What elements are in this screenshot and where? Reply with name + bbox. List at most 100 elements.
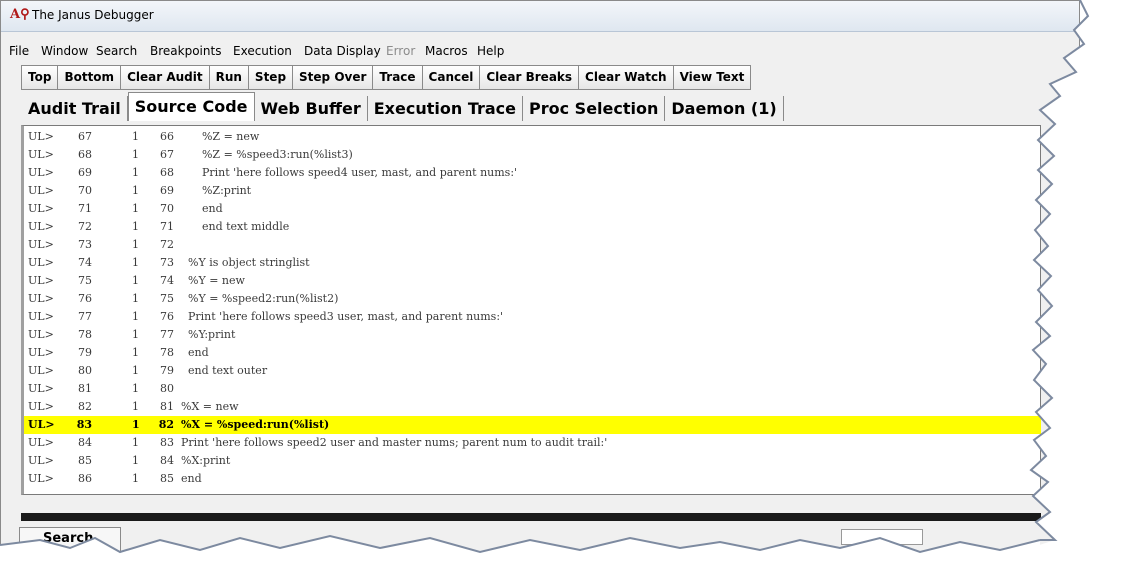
code-level: 1	[132, 454, 139, 467]
code-text: end	[181, 472, 202, 485]
code-text: %Y:print	[181, 328, 236, 341]
code-text: end text middle	[181, 220, 290, 233]
code-line[interactable]: UL> 83 1 82 %X = %speed:run(%list)	[24, 416, 1041, 434]
code-line[interactable]: UL> 84 1 83 Print 'here follows speed2 user …	[24, 434, 1041, 452]
code-line-number: 80	[78, 364, 92, 377]
code-level: 1	[132, 130, 139, 143]
code-prefix: UL>	[28, 418, 55, 431]
code-source-number: 77	[160, 328, 174, 341]
run-button[interactable]: Run	[209, 65, 249, 90]
code-line[interactable]: UL> 77 1 76 Print 'here follows speed3 user…	[24, 308, 1041, 326]
code-line[interactable]: UL> 72 1 71 end text middle	[24, 218, 1041, 236]
code-line-number: 79	[78, 346, 92, 359]
code-prefix: UL>	[28, 238, 54, 251]
code-line[interactable]: UL> 81 1 80	[24, 380, 1041, 398]
source-code-panel[interactable]: UL> 67 1 66 %Z = new UL> 68 1 67 %Z = %speed3:r…	[21, 125, 1041, 495]
step-over-button[interactable]: Step Over	[293, 65, 374, 90]
code-level: 1	[132, 292, 139, 305]
code-text: %Y = %speed2:run(%list2)	[181, 292, 339, 305]
code-prefix: UL>	[28, 382, 54, 395]
code-line[interactable]: UL> 68 1 67 %Z = %speed3:run(%list3)	[24, 146, 1041, 164]
code-source-number: 76	[160, 310, 174, 323]
code-line[interactable]: UL> 82 1 81 %X = new	[24, 398, 1041, 416]
code-text: Print 'here follows speed4 user, mast, a…	[181, 166, 518, 179]
code-line-number: 85	[78, 454, 92, 467]
code-line[interactable]: UL> 73 1 72	[24, 236, 1041, 254]
tab-audit-trail[interactable]: Audit Trail	[22, 96, 128, 121]
clear-watch-button[interactable]: Clear Watch	[579, 65, 674, 90]
code-prefix: UL>	[28, 328, 54, 341]
tab-proc-selection[interactable]: Proc Selection	[523, 96, 666, 121]
code-level: 1	[132, 148, 139, 161]
code-prefix: UL>	[28, 400, 54, 413]
menu-search[interactable]: Search	[96, 44, 137, 58]
code-line[interactable]: UL> 75 1 74 %Y = new	[24, 272, 1041, 290]
code-text: Print 'here follows speed2 user and mast…	[181, 436, 608, 449]
code-line-number: 75	[78, 274, 92, 287]
code-line[interactable]: UL> 74 1 73 %Y is object stringlist	[24, 254, 1041, 272]
code-level: 1	[132, 202, 139, 215]
code-prefix: UL>	[28, 346, 54, 359]
search-tab[interactable]: Search	[19, 527, 121, 551]
code-line[interactable]: UL> 80 1 79 end text outer	[24, 362, 1041, 380]
trace-button[interactable]: Trace	[373, 65, 423, 90]
code-text: end	[181, 346, 209, 359]
code-line-number: 81	[78, 382, 92, 395]
code-level: 1	[132, 184, 139, 197]
code-line[interactable]: UL> 79 1 78 end	[24, 344, 1041, 362]
code-text: %Z:print	[181, 184, 252, 197]
code-line-number: 69	[78, 166, 92, 179]
tab-daemon[interactable]: Daemon (1)	[665, 96, 784, 121]
code-source-number: 70	[160, 202, 174, 215]
tab-web-buffer[interactable]: Web Buffer	[254, 96, 368, 121]
code-text: %Z = new	[181, 130, 260, 143]
code-source-number: 71	[160, 220, 174, 233]
code-line[interactable]: UL> 86 1 85 end	[24, 470, 1041, 488]
code-level: 1	[132, 274, 139, 287]
code-line[interactable]: UL> 85 1 84 %X:print	[24, 452, 1041, 470]
top-button[interactable]: Top	[21, 65, 59, 90]
code-line[interactable]: UL> 67 1 66 %Z = new	[24, 128, 1041, 146]
view-text-button[interactable]: View Text	[673, 65, 752, 90]
code-line[interactable]: UL> 76 1 75 %Y = %speed2:run(%list2)	[24, 290, 1041, 308]
code-line[interactable]: UL> 70 1 69 %Z:print	[24, 182, 1041, 200]
menu-help[interactable]: Help	[477, 44, 504, 58]
title-bar: A⚲ The Janus Debugger	[1, 1, 1079, 32]
menu-macros[interactable]: Macros	[425, 44, 468, 58]
code-line-number: 70	[78, 184, 92, 197]
menu-breakpoints[interactable]: Breakpoints	[150, 44, 221, 58]
bottom-button[interactable]: Bottom	[58, 65, 122, 90]
tab-execution-trace[interactable]: Execution Trace	[367, 96, 523, 121]
clear-breaks-button[interactable]: Clear Breaks	[480, 65, 580, 90]
clear-audit-button[interactable]: Clear Audit	[121, 65, 210, 90]
janus-debugger-logo-icon: A⚲	[10, 7, 30, 22]
menu-window[interactable]: Window	[41, 44, 88, 58]
code-line[interactable]: UL> 78 1 77 %Y:print	[24, 326, 1041, 344]
menu-execution[interactable]: Execution	[233, 44, 292, 58]
menu-file[interactable]: File	[9, 44, 29, 58]
code-line[interactable]: UL> 71 1 70 end	[24, 200, 1041, 218]
code-prefix: UL>	[28, 148, 54, 161]
code-source-number: 83	[160, 436, 174, 449]
menu-data-display[interactable]: Data Display	[304, 44, 381, 58]
tab-source-code[interactable]: Source Code	[127, 92, 255, 121]
code-source-number: 66	[160, 130, 174, 143]
code-source-number: 69	[160, 184, 174, 197]
code-line[interactable]: UL> 69 1 68 Print 'here follows speed4 user…	[24, 164, 1041, 182]
tab-strip: Audit Trail Source Code Web Buffer Execu…	[22, 92, 784, 121]
code-line-number: 77	[78, 310, 92, 323]
code-line-number: 76	[78, 292, 92, 305]
step-button[interactable]: Step	[248, 65, 294, 90]
status-field	[841, 529, 923, 545]
code-line-number: 84	[78, 436, 92, 449]
cancel-button[interactable]: Cancel	[422, 65, 481, 90]
code-level: 1	[132, 364, 139, 377]
code-text: end text outer	[181, 364, 268, 377]
code-level: 1	[132, 436, 139, 449]
code-level: 1	[132, 400, 139, 413]
code-line-number: 82	[78, 400, 92, 413]
code-source-number: 79	[160, 364, 174, 377]
code-text: end	[181, 202, 223, 215]
code-line-number: 72	[78, 220, 92, 233]
code-source-number: 85	[160, 472, 174, 485]
